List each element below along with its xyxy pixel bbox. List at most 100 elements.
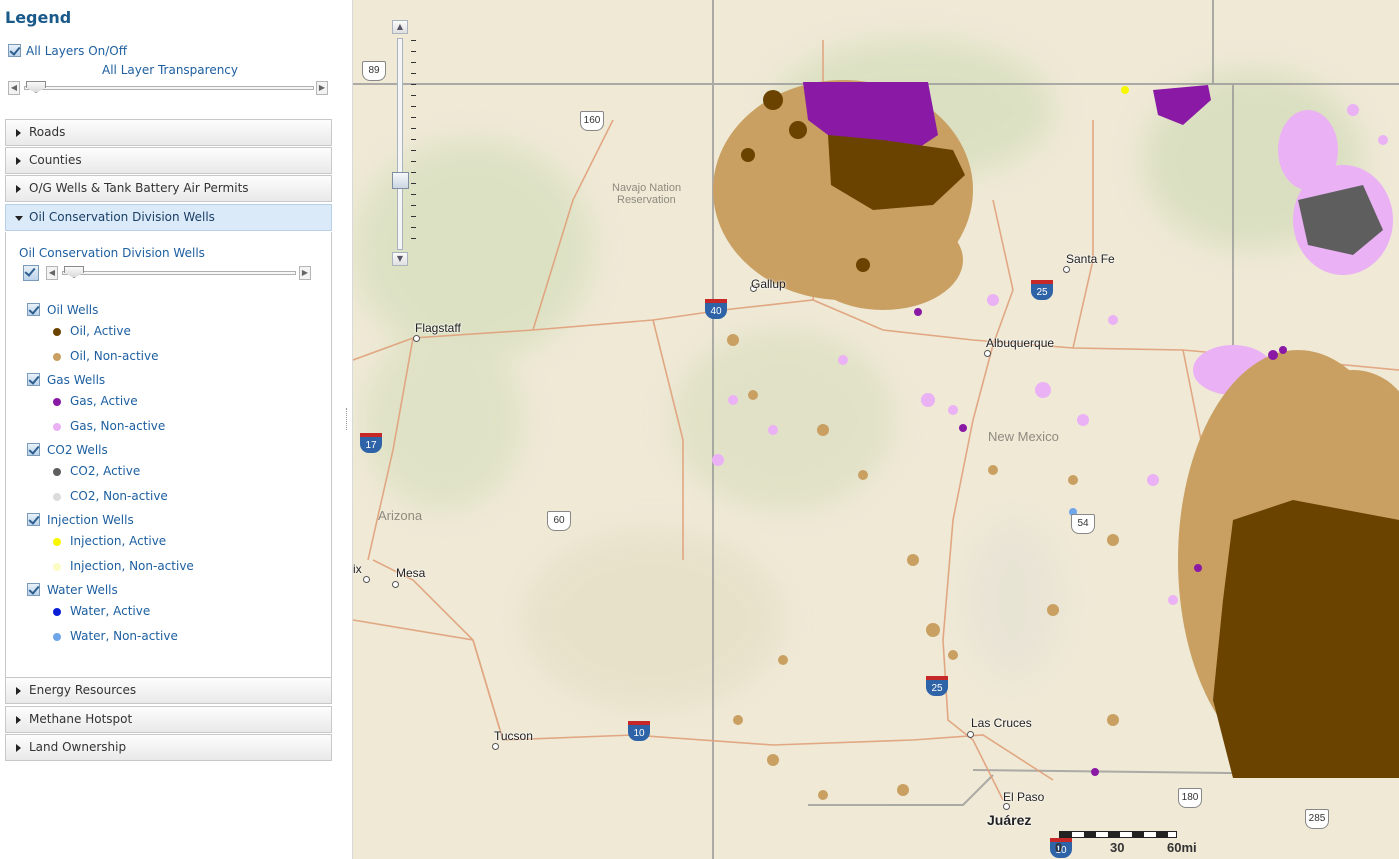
zoom-thumb[interactable] <box>392 172 409 189</box>
slider-right-arrow-icon[interactable]: ▶ <box>299 266 311 280</box>
city-dot <box>413 335 420 342</box>
scale-mid: 30 <box>1110 840 1125 855</box>
zoom-tick <box>411 40 416 41</box>
city-dot <box>1003 803 1010 810</box>
ocd-layer-checkbox[interactable] <box>23 265 39 281</box>
ocd-transparency-slider[interactable]: ◀ ▶ <box>46 266 314 280</box>
zoom-tick <box>411 62 416 63</box>
injection-wells-label: Injection Wells <box>47 513 134 527</box>
splitter-grip-icon[interactable] <box>346 408 349 430</box>
water-nonactive-swatch <box>53 633 61 641</box>
city-phoenix-partial: ix <box>353 562 362 576</box>
expand-arrow-icon <box>16 687 21 695</box>
zoom-slider[interactable]: ▲ ▼ <box>392 20 410 266</box>
gas-nonactive-label: Gas, Non-active <box>70 419 166 433</box>
co2-nonactive-swatch <box>53 493 61 501</box>
zoom-tick <box>411 150 416 151</box>
scale-end: 60mi <box>1167 840 1197 855</box>
accordion-ocd-wells[interactable]: Oil Conservation Division Wells <box>5 204 332 231</box>
ocd-wells-panel: Oil Conservation Division Wells ◀ ▶ Oil … <box>5 232 332 677</box>
zoom-tick <box>411 238 416 239</box>
interstate-25-shield: 25 <box>1031 280 1053 300</box>
zoom-tick <box>411 205 416 206</box>
interstate-17-shield: 17 <box>360 433 382 453</box>
accordion-roads[interactable]: Roads <box>5 119 332 146</box>
zoom-tick <box>411 172 416 173</box>
co2-wells-label: CO2 Wells <box>47 443 108 457</box>
city-santa-fe: Santa Fe <box>1066 252 1115 266</box>
accordion-counties[interactable]: Counties <box>5 147 332 174</box>
water-wells-label: Water Wells <box>47 583 118 597</box>
zoom-tick <box>411 117 416 118</box>
slider-track[interactable] <box>24 86 314 90</box>
zoom-tick <box>411 183 416 184</box>
injection-nonactive-label: Injection, Non-active <box>70 559 194 573</box>
interstate-40-shield: 40 <box>705 299 727 319</box>
panel-splitter[interactable] <box>343 0 353 859</box>
city-dot <box>967 731 974 738</box>
injection-active-point <box>1121 86 1129 94</box>
gas-active-cluster-northeast <box>1153 85 1211 125</box>
city-mesa: Mesa <box>396 566 426 580</box>
route-285-shield: 285 <box>1305 809 1329 829</box>
slider-right-arrow-icon[interactable]: ▶ <box>316 81 328 95</box>
zoom-out-button[interactable]: ▼ <box>392 252 408 266</box>
city-gallup: Gallup <box>751 277 786 291</box>
route-160-shield: 160 <box>580 111 604 131</box>
zoom-tick <box>411 95 416 96</box>
expand-arrow-icon <box>16 185 21 193</box>
water-wells-checkbox[interactable] <box>27 583 40 596</box>
city-albuquerque: Albuquerque <box>986 336 1055 350</box>
injection-active-swatch <box>53 538 61 546</box>
accordion-methane-hotspot[interactable]: Methane Hotspot <box>5 706 332 733</box>
all-layers-checkbox[interactable] <box>8 44 21 57</box>
map-view[interactable]: Navajo Nation Reservation Arizona New Me… <box>353 0 1399 859</box>
city-dot <box>392 581 399 588</box>
zoom-tick <box>411 106 416 107</box>
region-arizona: Arizona <box>378 508 423 523</box>
co2-nonactive-label: CO2, Non-active <box>70 489 168 503</box>
accordion-og-wells[interactable]: O/G Wells & Tank Battery Air Permits <box>5 175 332 202</box>
all-transparency-label: All Layer Transparency <box>102 63 239 77</box>
city-tucson: Tucson <box>494 729 533 743</box>
expand-arrow-icon <box>16 716 21 724</box>
injection-wells-checkbox[interactable] <box>27 513 40 526</box>
scale-bar <box>1059 831 1177 838</box>
zoom-track[interactable] <box>397 38 403 250</box>
route-60-shield: 60 <box>547 511 571 531</box>
co2-active-swatch <box>53 468 61 476</box>
slider-thumb[interactable] <box>64 266 84 278</box>
oil-wells-checkbox[interactable] <box>27 303 40 316</box>
oil-nonactive-swatch <box>53 353 61 361</box>
slider-thumb[interactable] <box>26 81 46 93</box>
route-89-shield: 89 <box>362 61 386 81</box>
legend-title: Legend <box>5 8 72 27</box>
accordion-land-ownership[interactable]: Land Ownership <box>5 734 332 761</box>
ocd-panel-title: Oil Conservation Division Wells <box>19 246 205 260</box>
slider-left-arrow-icon[interactable]: ◀ <box>8 81 20 95</box>
scale-zero: 0 <box>1055 840 1063 855</box>
city-flagstaff: Flagstaff <box>415 321 461 335</box>
city-juarez: Juárez <box>987 812 1032 828</box>
slider-left-arrow-icon[interactable]: ◀ <box>46 266 58 280</box>
oil-active-label: Oil, Active <box>70 324 131 338</box>
region-navajo-nation: Navajo Nation <box>612 182 682 194</box>
co2-wells-checkbox[interactable] <box>27 443 40 456</box>
all-transparency-slider[interactable]: ◀ ▶ <box>8 81 330 95</box>
zoom-tick <box>411 139 416 140</box>
zoom-tick <box>411 161 416 162</box>
route-180-shield: 180 <box>1178 788 1202 808</box>
all-layers-label: All Layers On/Off <box>26 44 128 58</box>
slider-track[interactable] <box>62 271 296 275</box>
zoom-tick <box>411 216 416 217</box>
city-dot <box>492 743 499 750</box>
gas-wells-checkbox[interactable] <box>27 373 40 386</box>
accordion-energy-resources[interactable]: Energy Resources <box>5 677 332 704</box>
zoom-in-button[interactable]: ▲ <box>392 20 408 34</box>
city-dot <box>984 350 991 357</box>
region-new-mexico: New Mexico <box>988 429 1059 444</box>
gas-wells-label: Gas Wells <box>47 373 106 387</box>
oil-active-swatch <box>53 328 61 336</box>
injection-nonactive-swatch <box>53 563 61 571</box>
oil-wells-label: Oil Wells <box>47 303 99 317</box>
